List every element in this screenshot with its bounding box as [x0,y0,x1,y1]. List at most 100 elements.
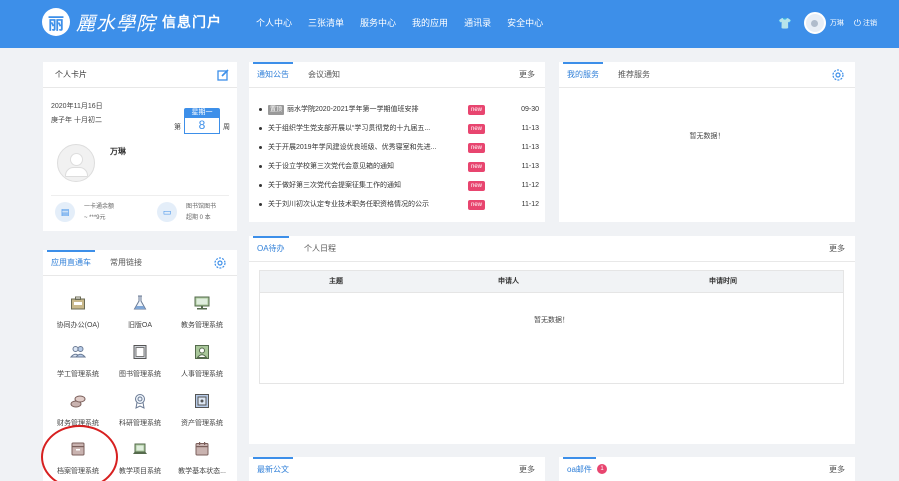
oa-empty-message: 暂无数据！ [534,317,569,324]
notice-title[interactable]: 关于设立学校第三次党代会意见箱的通知 [268,159,464,175]
lunar-date: 庚子年 十月初二 [51,117,102,124]
new-badge: new [468,181,486,191]
app-item[interactable]: 旧版OA [108,295,172,330]
app-label: 人事管理系统 [181,371,223,378]
bullet [259,127,262,130]
column-applicant: 申请人 [498,278,519,285]
week-number: 8 [184,118,220,134]
notice-title[interactable]: 关于组织学生党支部开展以“学习贯彻党的十九届五... [268,121,464,137]
app-item[interactable]: 人事管理系统 [170,344,234,379]
notice-title[interactable]: 关于做好第三次党代会提案征集工作的通知 [268,178,464,194]
bullet [259,146,262,149]
docs-more-link[interactable]: 更多 [519,457,535,481]
monitor-icon [194,296,210,310]
list-item[interactable]: 关于开展2019年学风建设优良班级、优秀寝室和先进... new 11-13 [259,140,539,158]
portal-name: 信息门户 [162,14,223,30]
main-nav: 个人中心 三张清单 服务中心 我的应用 通讯录 安全中心 [248,0,551,48]
list-item[interactable]: 关于做好第三次党代会提案征集工作的通知 new 11-12 [259,178,539,196]
tab-latest-documents[interactable]: 最新公文 [253,457,293,481]
user-name[interactable]: 万琳 [830,18,844,28]
tab-oa-mail[interactable]: oa邮件 [563,457,596,481]
card-balance-value: ~ ***9元 [84,215,106,221]
tab-recommended-services[interactable]: 推荐服务 [618,62,650,88]
nav-three-lists[interactable]: 三张清单 [300,0,352,48]
notice-date: 11-12 [521,201,539,208]
date-block: 2020年11月16日 庚子年 十月初二 [51,100,103,128]
edit-icon[interactable] [217,69,229,81]
library-label: 图书馆图书 [186,204,217,210]
app-label: 教务管理系统 [181,322,223,329]
nav-my-apps[interactable]: 我的应用 [404,0,456,48]
tab-common-links[interactable]: 常用链接 [110,250,142,276]
notice-date: 09-30 [521,106,539,113]
person-card-icon [195,345,209,359]
pinned-badge: 置顶 [268,105,285,115]
app-item[interactable]: 财务管理系统 [46,393,110,428]
app-item[interactable]: 资产管理系统 [170,393,234,428]
tab-my-services[interactable]: 我的服务 [563,62,603,88]
tab-oa-todo[interactable]: OA待办 [253,236,289,262]
list-item[interactable]: 关于组织学生党支部开展以“学习贯彻党的十九届五... new 11-13 [259,121,539,139]
notices-more-link[interactable]: 更多 [519,62,535,88]
notice-title[interactable]: 关于刘川初次认定专业技术职务任职资格情况的公示 [268,197,464,213]
app-item[interactable]: 协同办公(OA) [46,295,110,330]
skin-shirt-icon[interactable]: 👕 [778,17,792,30]
notice-title[interactable]: 关于开展2019年学风建设优良班级、优秀寝室和先进... [268,140,464,156]
new-badge: new [468,200,486,210]
nav-service-center[interactable]: 服务中心 [352,0,404,48]
oa-more-link[interactable]: 更多 [829,236,845,262]
table-header: 主题 申请人 申请时间 [260,271,843,293]
gear-icon[interactable] [831,68,845,82]
mail-more-link[interactable]: 更多 [829,457,845,481]
user-avatar[interactable] [803,12,826,34]
app-label: 科研管理系统 [119,420,161,427]
gear-icon[interactable] [213,256,227,270]
tab-meeting-notices[interactable]: 会议通知 [308,62,340,88]
top-header: 丽 麗水學院 信息门户 个人中心 三张清单 服务中心 我的应用 通讯录 安全中心… [0,0,899,48]
tab-personal-schedule[interactable]: 个人日程 [304,236,336,262]
app-label: 资产管理系统 [181,420,223,427]
flask-icon [133,295,147,310]
app-label: 旧版OA [127,322,153,329]
nav-personal-center[interactable]: 个人中心 [248,0,300,48]
personal-card-header: 个人卡片 [43,62,237,88]
app-label: 学工管理系统 [57,371,99,378]
calendar-icon [195,442,209,456]
bullet [259,108,262,111]
nav-contacts[interactable]: 通讯录 [456,0,499,48]
notice-title[interactable]: 丽水学院2020-2021学年第一学期值班安排 [287,102,463,118]
app-item[interactable]: 图书管理系统 [108,344,172,379]
tab-announcements[interactable]: 通知公告 [253,62,293,88]
list-item[interactable]: 置顶 丽水学院2020-2021学年第一学期值班安排 new 09-30 [259,102,539,120]
tab-app-shortcuts[interactable]: 应用直通车 [47,250,95,276]
new-badge: new [468,124,486,134]
notice-date: 11-12 [521,182,539,189]
safe-icon [195,394,209,408]
app-item[interactable]: 教学基本状态... [170,441,234,476]
site-logo[interactable]: 丽 麗水學院 信息门户 [42,8,222,36]
oa-card-header: OA待办 个人日程 更多 [249,236,855,262]
app-item[interactable]: 学工管理系统 [46,344,110,379]
new-badge: new [468,105,486,115]
university-emblem-icon: 丽 [42,8,70,36]
header-user-area: 👕 万琳 ⏻ 注销 [778,10,877,36]
nav-security-center[interactable]: 安全中心 [499,0,551,48]
app-item[interactable]: 教务管理系统 [170,295,234,330]
personal-card-title: 个人卡片 [55,70,87,79]
oa-todo-table: 主题 申请人 申请时间 暂无数据！ [259,270,844,384]
profile-avatar [57,144,95,182]
profile-name: 万琳 [110,147,126,156]
column-apply-time: 申请时间 [709,278,737,285]
notices-card-header: 通知公告 会议通知 更多 [249,62,545,88]
unread-count-badge: 1 [597,464,607,474]
card-balance-icon: ▤ [55,202,75,222]
power-icon[interactable]: ⏻ [854,18,861,29]
logout-link[interactable]: 注销 [863,18,877,28]
bullet [259,165,262,168]
list-item[interactable]: 关于设立学校第三次党代会意见箱的通知 new 11-13 [259,159,539,177]
coins-icon [70,395,86,408]
column-subject: 主题 [329,278,343,285]
app-item[interactable]: 科研管理系统 [108,393,172,428]
award-icon [135,394,145,409]
list-item[interactable]: 关于刘川初次认定专业技术职务任职资格情况的公示 new 11-12 [259,197,539,215]
